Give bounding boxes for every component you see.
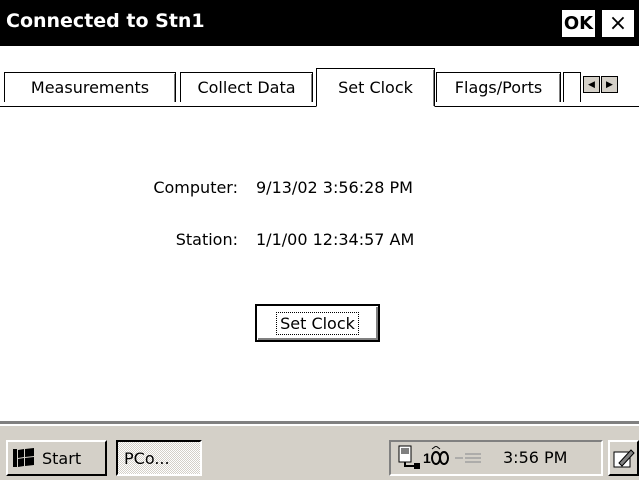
set-clock-button[interactable]: Set Clock [255,304,380,342]
tab-partial[interactable] [563,72,581,102]
set-clock-button-label: Set Clock [276,311,359,335]
close-button[interactable]: × [600,8,636,39]
app-window: Connected to Stn1 OK × Measurements Coll… [0,0,639,480]
tab-measurements[interactable]: Measurements [4,72,176,102]
system-tray: 1 3:56 PM [389,440,603,476]
arrow-right-icon[interactable]: ▶ [601,76,618,93]
taskbar-app-button[interactable]: PCo... [116,440,202,476]
arrow-left-icon[interactable]: ◀ [583,76,600,93]
computer-label: Computer: [153,178,238,197]
connection-icon[interactable] [397,445,421,471]
tab-collect-data[interactable]: Collect Data [180,72,313,102]
title-bar: Connected to Stn1 OK × [0,0,639,46]
battery-icon[interactable]: 1 [423,446,449,470]
signal-icon[interactable] [453,448,483,468]
tab-flags-ports[interactable]: Flags/Ports [436,72,561,102]
station-label: Station: [175,230,238,249]
start-button[interactable]: Start [6,440,107,476]
tab-set-clock[interactable]: Set Clock [316,68,435,107]
station-time-value: 1/1/00 12:34:57 AM [256,230,415,249]
tray-clock[interactable]: 3:56 PM [503,448,567,467]
svg-text:1: 1 [423,450,431,466]
computer-time-value: 9/13/02 3:56:28 PM [256,178,413,197]
set-clock-panel: Computer: 9/13/02 3:56:28 PM Station: 1/… [0,108,639,421]
tab-bar: Measurements Collect Data Set Clock Flag… [0,46,639,108]
ok-button[interactable]: OK [560,8,597,39]
window-title: Connected to Stn1 [6,10,205,32]
start-label: Start [42,448,82,468]
windows-flag-icon [13,448,34,467]
input-panel-button[interactable] [608,440,639,476]
pencil-icon [613,449,635,468]
taskbar: Start PCo... 1 3:56 PM [0,424,639,480]
